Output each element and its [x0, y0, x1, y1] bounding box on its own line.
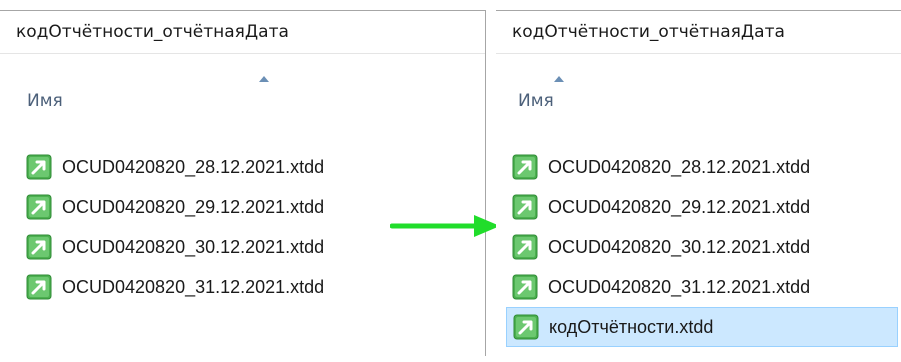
file-item[interactable]: OCUD0420820_30.12.2021.xtdd: [512, 227, 901, 267]
xtdd-file-icon: [26, 154, 52, 180]
xtdd-file-icon: [512, 154, 538, 180]
explorer-pane-before: кодОтчётности_отчётнаяДата Имя OCUD04208…: [0, 10, 486, 356]
xtdd-file-icon: [26, 234, 52, 260]
xtdd-file-icon: [512, 234, 538, 260]
file-name: OCUD0420820_31.12.2021.xtdd: [548, 276, 811, 297]
file-item[interactable]: OCUD0420820_31.12.2021.xtdd: [512, 267, 901, 307]
xtdd-file-icon: [513, 314, 539, 340]
xtdd-file-icon: [512, 274, 538, 300]
file-name: OCUD0420820_30.12.2021.xtdd: [548, 236, 811, 257]
file-list: OCUD0420820_28.12.2021.xtdd OCUD0420820_…: [506, 147, 901, 347]
file-name: OCUD0420820_30.12.2021.xtdd: [62, 236, 325, 257]
folder-title: кодОтчётности_отчётнаяДата: [496, 11, 901, 54]
xtdd-file-icon: [26, 274, 52, 300]
file-item-selected[interactable]: кодОтчётности.xtdd: [506, 307, 898, 347]
file-item[interactable]: OCUD0420820_28.12.2021.xtdd: [26, 147, 485, 187]
right-arrow-icon: [390, 215, 500, 237]
column-header-name[interactable]: Имя: [27, 91, 63, 111]
file-name: OCUD0420820_28.12.2021.xtdd: [548, 156, 811, 177]
comparison-figure: кодОтчётности_отчётнаяДата Имя OCUD04208…: [0, 0, 901, 362]
file-item[interactable]: OCUD0420820_31.12.2021.xtdd: [26, 267, 485, 307]
file-name: OCUD0420820_31.12.2021.xtdd: [62, 276, 325, 297]
file-name: кодОтчётности.xtdd: [549, 316, 714, 337]
file-name: OCUD0420820_29.12.2021.xtdd: [62, 196, 325, 217]
sort-ascending-icon[interactable]: [554, 76, 564, 82]
column-header-name[interactable]: Имя: [518, 91, 554, 111]
folder-title: кодОтчётности_отчётнаяДата: [0, 11, 485, 54]
sort-ascending-icon[interactable]: [259, 76, 269, 82]
file-item[interactable]: OCUD0420820_29.12.2021.xtdd: [512, 187, 901, 227]
xtdd-file-icon: [26, 194, 52, 220]
file-name: OCUD0420820_28.12.2021.xtdd: [62, 156, 325, 177]
file-item[interactable]: OCUD0420820_28.12.2021.xtdd: [512, 147, 901, 187]
file-name: OCUD0420820_29.12.2021.xtdd: [548, 196, 811, 217]
explorer-pane-after: кодОтчётности_отчётнаяДата Имя OCUD04208…: [496, 10, 901, 356]
xtdd-file-icon: [512, 194, 538, 220]
